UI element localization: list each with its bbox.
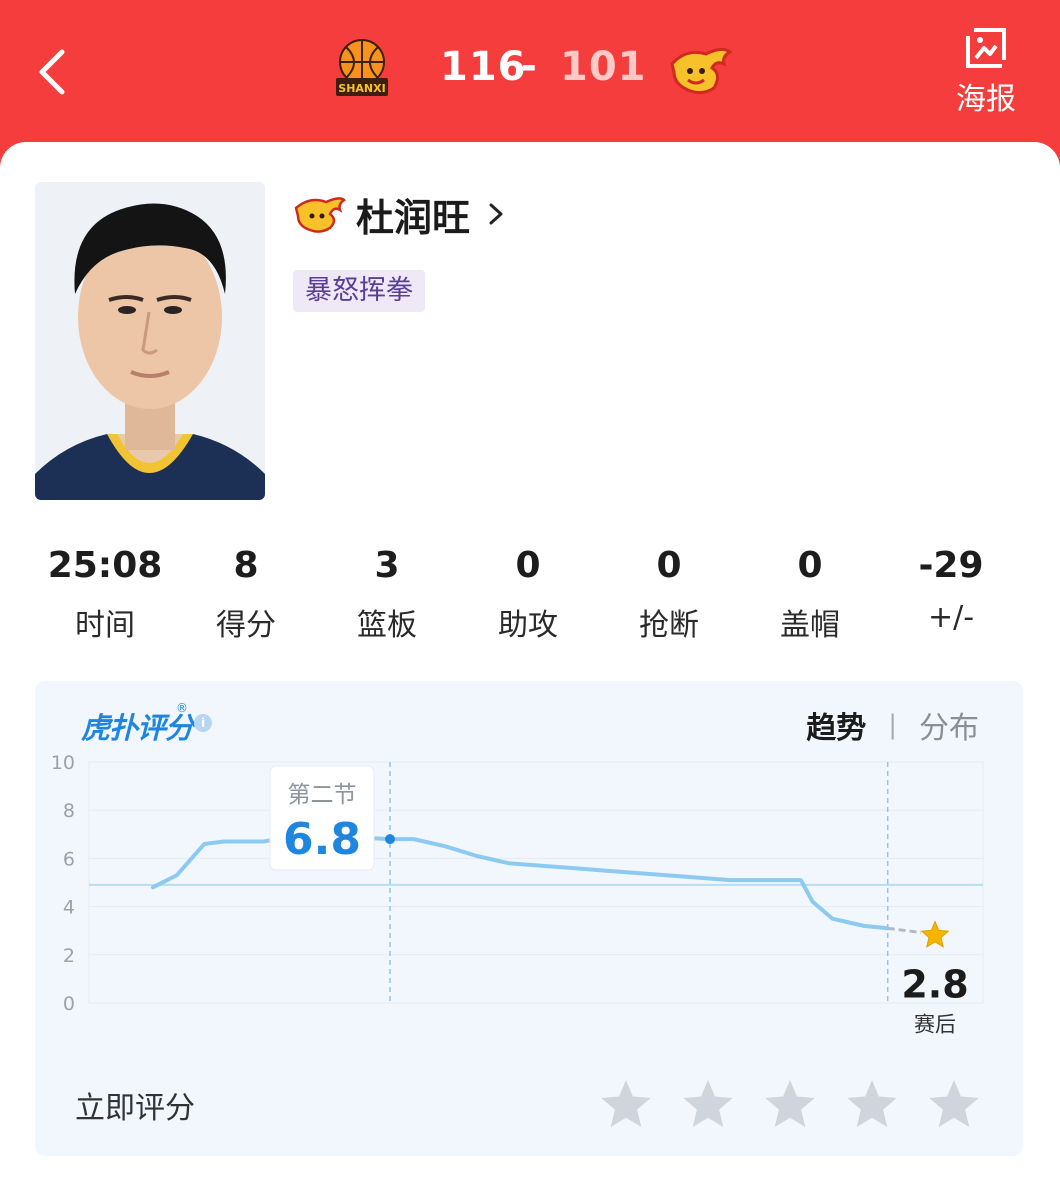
stat-plus-minus: -29 +/- [881, 545, 1021, 635]
back-arrow-icon [39, 49, 65, 95]
rating-panel: 虎扑评分 ® i 趋势 | 分布 10 8 6 4 2 0 第二节 6.8 2.8 赛后 立即评分 [35, 681, 1023, 1156]
away-score: 101 [560, 44, 647, 90]
stat-value: 8 [233, 545, 259, 586]
final-rating-value: 2.8 [901, 963, 968, 1007]
stat-label: 得分 [216, 608, 276, 643]
scoreboard: SHANXI 116 - 101 [330, 36, 740, 108]
stat-value: 25:08 [47, 545, 163, 586]
image-icon [966, 28, 1006, 68]
stat-value: 3 [374, 545, 400, 586]
stat-rebounds: 3 篮板 [317, 545, 457, 644]
chevron-right-icon [489, 203, 503, 225]
tooltip-period: 第二节 [288, 782, 357, 808]
stat-label: +/- [927, 600, 975, 635]
stat-blocks: 0 盖帽 [740, 545, 880, 644]
rate-star-4-icon[interactable] [845, 1077, 899, 1131]
back-button[interactable] [30, 44, 80, 100]
rate-star-5-icon[interactable] [927, 1077, 981, 1131]
stat-label: 篮板 [357, 608, 417, 643]
stat-label: 时间 [75, 608, 135, 643]
team-logo-icon [294, 197, 346, 233]
player-photo [35, 182, 265, 500]
rate-star-2-icon[interactable] [681, 1077, 735, 1131]
stat-value: -29 [918, 545, 984, 586]
home-team-logo[interactable]: SHANXI [332, 38, 392, 100]
away-team-logo[interactable] [666, 44, 732, 96]
rate-star-3-icon[interactable] [763, 1077, 817, 1131]
stat-time: 25:08 时间 [35, 545, 175, 644]
stat-assists: 0 助攻 [458, 545, 598, 644]
player-name-link[interactable]: 杜润旺 [294, 188, 506, 240]
y-tick-label: 2 [63, 945, 75, 967]
stats-row: 25:08 时间 8 得分 3 篮板 0 助攻 0 抢断 0 盖帽 -29 +/… [35, 545, 1025, 645]
rate-now-label: 立即评分 [75, 1091, 195, 1126]
stat-value: 0 [515, 545, 541, 586]
y-tick-label: 0 [63, 993, 75, 1015]
stat-points: 8 得分 [176, 545, 316, 644]
stat-label: 抢断 [639, 608, 699, 643]
poster-label: 海报 [956, 82, 1016, 117]
tooltip-value: 6.8 [283, 814, 361, 865]
player-name: 杜润旺 [356, 195, 471, 240]
score-separator: - [521, 44, 538, 88]
highlight-point [385, 834, 395, 845]
rating-trend-chart: 10 8 6 4 2 0 第二节 6.8 2.8 赛后 [51, 752, 984, 1037]
home-logo-text: SHANXI [338, 82, 385, 95]
rating-stars [599, 1077, 981, 1131]
stat-value: 0 [656, 545, 682, 586]
poster-button[interactable]: 海报 [950, 26, 1022, 118]
final-rating-label: 赛后 [914, 1013, 956, 1037]
y-tick-label: 4 [63, 897, 75, 919]
y-tick-label: 8 [63, 800, 75, 822]
stat-label: 盖帽 [780, 608, 840, 643]
y-tick-label: 10 [51, 752, 75, 774]
rating-trend-line [151, 832, 890, 931]
stat-label: 助攻 [498, 608, 558, 643]
stat-value: 0 [797, 545, 823, 586]
stat-steals: 0 抢断 [599, 545, 739, 644]
rate-star-1-icon[interactable] [599, 1077, 653, 1131]
final-star-icon [920, 920, 950, 948]
player-tag: 暴怒挥拳 [293, 270, 425, 312]
home-score: 116 [440, 44, 527, 90]
y-tick-label: 6 [63, 848, 75, 870]
final-connector-line [887, 926, 922, 935]
